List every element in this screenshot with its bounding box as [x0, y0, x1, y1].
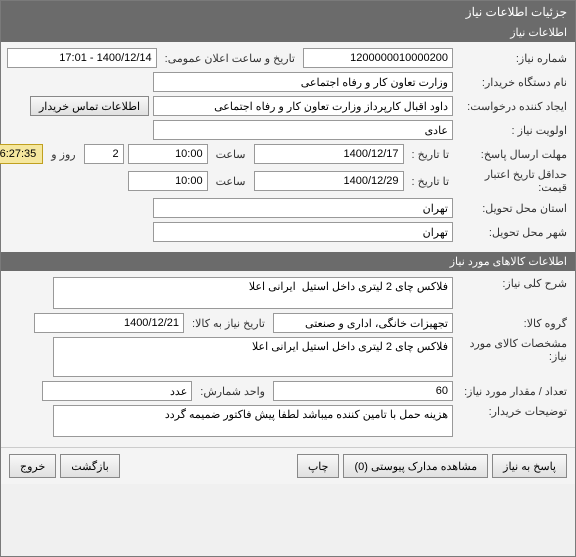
requester-label: ایجاد کننده درخواست:	[457, 100, 567, 113]
titlebar: جزئیات اطلاعات نیاز	[1, 1, 575, 23]
days-label: روز و	[47, 148, 79, 161]
buyer-input[interactable]	[153, 72, 453, 92]
reply-button[interactable]: پاسخ به نیاز	[492, 454, 567, 478]
qty-label: تعداد / مقدار مورد نیاز:	[457, 385, 567, 398]
time-label-2: ساعت	[212, 175, 250, 188]
group-label: گروه کالا:	[457, 317, 567, 330]
goods-form: شرح کلی نیاز: گروه کالا: تاریخ نیاز به ک…	[1, 271, 575, 447]
attachments-button[interactable]: مشاهده مدارک پیوستی (0)	[343, 454, 488, 478]
days-input[interactable]	[84, 144, 124, 164]
countdown-box: 16:27:35	[0, 144, 43, 164]
price-date-input[interactable]	[254, 171, 404, 191]
to-date-label-1: تا تاریخ :	[408, 148, 453, 161]
buyer-notes-textarea[interactable]	[53, 405, 453, 437]
footer-toolbar: پاسخ به نیاز مشاهده مدارک پیوستی (0) چاپ…	[1, 447, 575, 484]
desc-label: شرح کلی نیاز:	[457, 277, 567, 290]
priority-label: اولویت نیاز :	[457, 124, 567, 137]
reply-date-input[interactable]	[254, 144, 404, 164]
time-label-1: ساعت	[212, 148, 250, 161]
buyer-notes-label: توضیحات خریدار:	[457, 405, 567, 418]
delivery-city-label: شهر محل تحویل:	[457, 226, 567, 239]
back-button[interactable]: بازگشت	[60, 454, 120, 478]
buyer-label: نام دستگاه خریدار:	[457, 76, 567, 89]
spec-label: مشخصات کالای مورد نیاز:	[457, 337, 567, 363]
delivery-province-input[interactable]	[153, 198, 453, 218]
window-title: جزئیات اطلاعات نیاز	[466, 5, 567, 19]
priority-input[interactable]	[153, 120, 453, 140]
section-need-info-header: اطلاعات نیاز	[1, 23, 575, 42]
qty-input[interactable]	[273, 381, 453, 401]
need-no-label: شماره نیاز:	[457, 52, 567, 65]
exit-button[interactable]: خروج	[9, 454, 56, 478]
announce-label: تاریخ و ساعت اعلان عمومی:	[161, 52, 299, 65]
price-validity-label: حداقل تاریخ اعتبار قیمت:	[457, 168, 567, 194]
spec-textarea[interactable]	[53, 337, 453, 377]
need-date-input[interactable]	[34, 313, 184, 333]
desc-textarea[interactable]	[53, 277, 453, 309]
to-date-label-2: تا تاریخ :	[408, 175, 453, 188]
window: جزئیات اطلاعات نیاز اطلاعات نیاز شماره ن…	[0, 0, 576, 557]
unit-input[interactable]	[42, 381, 192, 401]
need-no-input[interactable]	[303, 48, 453, 68]
price-time-input[interactable]	[128, 171, 208, 191]
delivery-province-label: استان محل تحویل:	[457, 202, 567, 215]
reply-deadline-label: مهلت ارسال پاسخ:	[457, 148, 567, 161]
reply-time-input[interactable]	[128, 144, 208, 164]
need-date-label: تاریخ نیاز به کالا:	[188, 317, 269, 330]
group-input[interactable]	[273, 313, 453, 333]
delivery-city-input[interactable]	[153, 222, 453, 242]
contact-buyer-button[interactable]: اطلاعات تماس خریدار	[30, 96, 149, 116]
section-goods-header: اطلاعات کالاهای مورد نیاز	[1, 252, 575, 271]
unit-label: واحد شمارش:	[196, 385, 269, 398]
requester-input[interactable]	[153, 96, 453, 116]
announce-input[interactable]	[7, 48, 157, 68]
need-info-form: شماره نیاز: تاریخ و ساعت اعلان عمومی: نا…	[1, 42, 575, 252]
content: اطلاعات نیاز شماره نیاز: تاریخ و ساعت اع…	[1, 23, 575, 484]
print-button[interactable]: چاپ	[297, 454, 340, 478]
